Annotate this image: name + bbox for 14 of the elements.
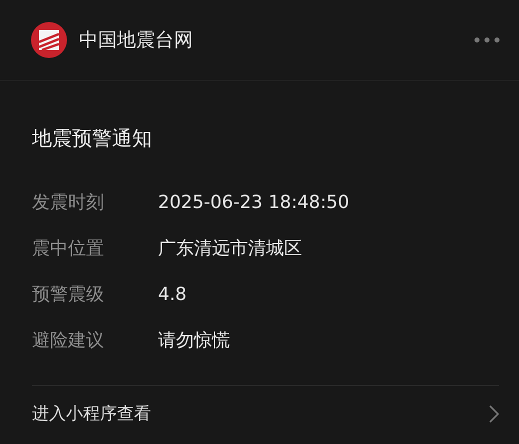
field-label: 预警震级 xyxy=(32,283,105,307)
open-mini-program-link[interactable]: 进入小程序查看 xyxy=(32,402,151,425)
header-title: 中国地震台网 xyxy=(79,28,194,53)
field-label: 震中位置 xyxy=(32,237,105,261)
card-title: 地震预警通知 xyxy=(31,125,153,152)
logo-icon xyxy=(31,22,67,58)
field-value: 2025-06-23 18:48:50 xyxy=(158,191,350,215)
field-label: 发震时刻 xyxy=(32,191,105,215)
chevron-right-icon[interactable] xyxy=(489,404,499,422)
more-icon[interactable] xyxy=(473,36,501,44)
field-label: 避险建议 xyxy=(32,329,105,353)
field-value: 4.8 xyxy=(158,283,188,307)
field-value: 请勿惊慌 xyxy=(158,329,231,353)
field-value: 广东清远市清城区 xyxy=(158,237,303,261)
